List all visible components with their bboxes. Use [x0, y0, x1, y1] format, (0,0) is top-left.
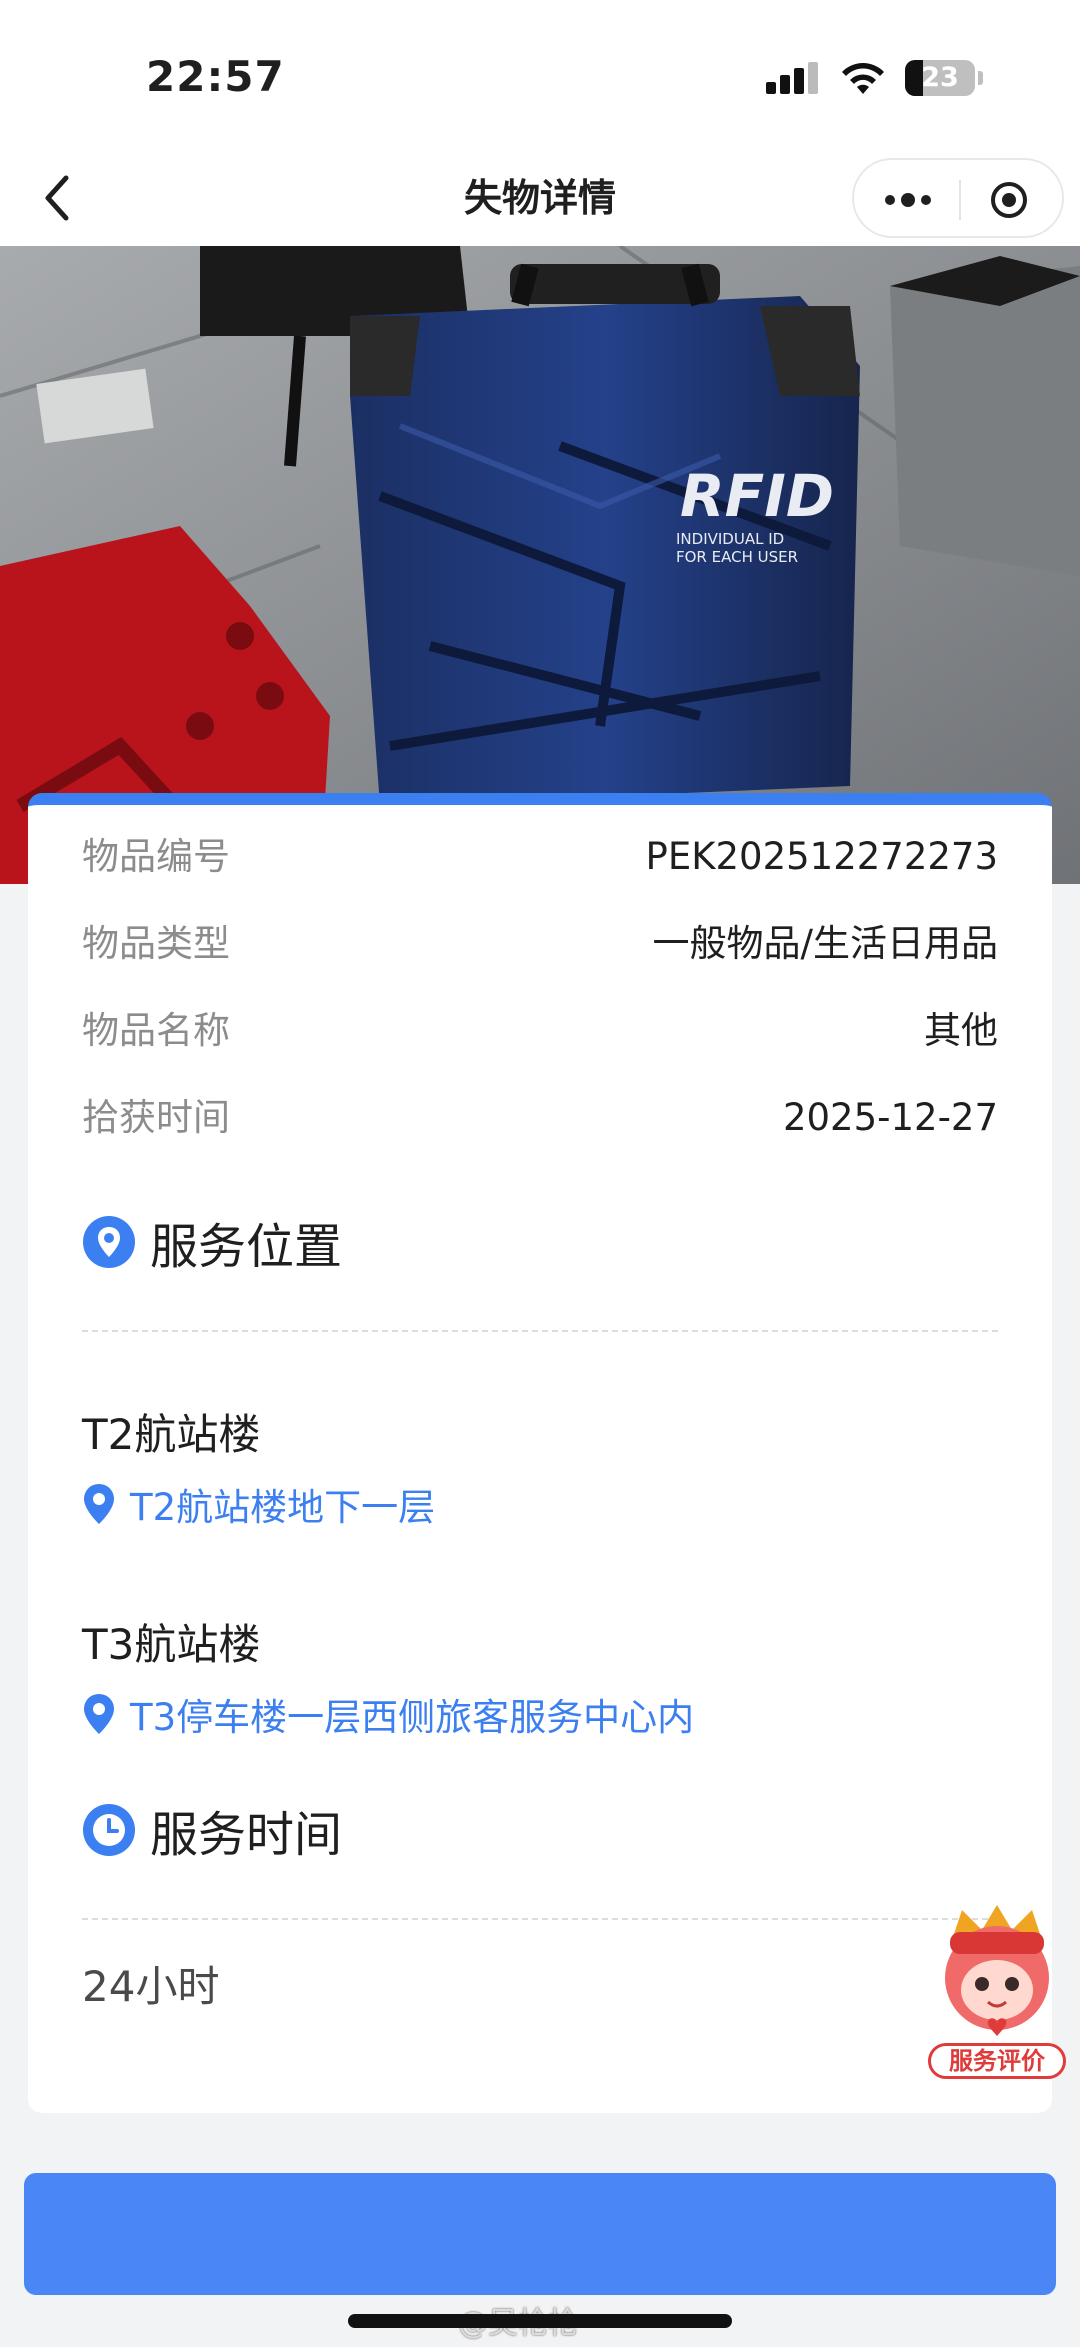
item-detail-card: 物品编号 PEK202512272273 物品类型 一般物品/生活日用品 物品名…: [28, 793, 1052, 2113]
terminal-location-text: T2航站楼地下一层: [130, 1486, 436, 1529]
photo-rfid-line1: INDIVIDUAL ID: [676, 530, 784, 548]
capsule-divider: [959, 180, 961, 220]
item-photo: RFID INDIVIDUAL ID FOR EACH USER: [0, 246, 1080, 884]
wifi-icon: [842, 63, 884, 94]
service-evaluation-label: 服务评价: [928, 2043, 1066, 2079]
service-time-title: 服务时间: [150, 1807, 343, 1863]
clock-icon: [83, 1804, 135, 1856]
battery-level: 23: [921, 62, 959, 93]
field-item-number: 物品编号 PEK202512272273: [82, 827, 998, 887]
field-value: 其他: [924, 1009, 998, 1052]
service-hours: 24小时: [82, 1962, 220, 2011]
status-time: 22:57: [146, 52, 285, 101]
mascot-icon: [945, 1905, 1049, 2036]
miniapp-capsule: [852, 158, 1064, 238]
photo-rfid-logo: RFID: [680, 462, 834, 530]
terminal-name: T2航站楼: [82, 1410, 261, 1459]
cellular-signal-icon: [766, 62, 820, 94]
battery-cap: [978, 71, 983, 85]
service-location-header: 服务位置: [82, 1207, 342, 1277]
photo-rfid-line2: FOR EACH USER: [676, 548, 798, 566]
field-value: 2025-12-27: [782, 1096, 998, 1139]
service-location-title: 服务位置: [150, 1219, 343, 1275]
terminal-location-text: T3停车楼一层西侧旅客服务中心内: [130, 1696, 695, 1739]
map-pin-icon: [84, 1694, 114, 1734]
field-item-name: 物品名称 其他: [82, 1001, 998, 1061]
suitcase-photo-image: RFID INDIVIDUAL ID FOR EACH USER: [0, 246, 1080, 884]
dashed-divider: [82, 1330, 998, 1332]
service-time-header: 服务时间: [82, 1795, 342, 1865]
terminal-location-link[interactable]: T3停车楼一层西侧旅客服务中心内: [82, 1687, 694, 1741]
field-label: 物品类型: [82, 922, 230, 965]
status-bar: 22:57 23: [0, 0, 1080, 150]
bottom-action-button[interactable]: [24, 2173, 1056, 2295]
home-indicator[interactable]: [348, 2314, 732, 2328]
field-found-time: 拾获时间 2025-12-27: [82, 1088, 998, 1148]
field-value: PEK202512272273: [645, 835, 998, 878]
more-icon[interactable]: [882, 184, 934, 216]
dashed-divider: [82, 1918, 998, 1920]
close-miniapp-icon[interactable]: [989, 180, 1029, 220]
field-label: 拾获时间: [82, 1096, 230, 1139]
location-pin-icon: [83, 1216, 135, 1268]
battery-icon: 23: [905, 60, 975, 96]
map-pin-icon: [84, 1484, 114, 1524]
field-value: 一般物品/生活日用品: [652, 922, 998, 965]
nav-bar: 失物详情: [0, 150, 1080, 246]
service-evaluation-button[interactable]: 服务评价: [922, 1900, 1072, 2085]
field-item-type: 物品类型 一般物品/生活日用品: [82, 914, 998, 974]
field-label: 物品名称: [82, 1009, 230, 1052]
field-label: 物品编号: [82, 835, 230, 878]
terminal-name: T3航站楼: [82, 1620, 261, 1669]
terminal-location-link[interactable]: T2航站楼地下一层: [82, 1477, 435, 1531]
